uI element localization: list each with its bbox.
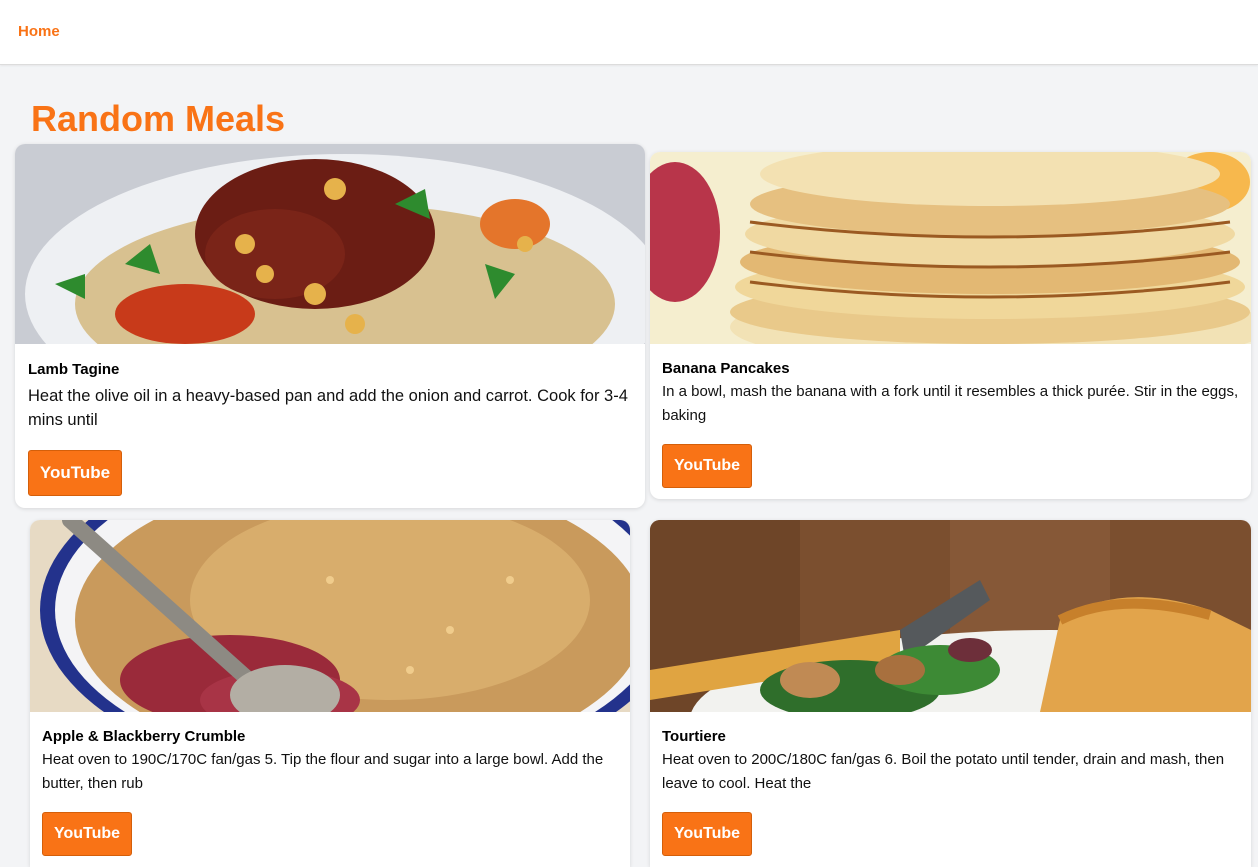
page-title: Random Meals bbox=[31, 98, 286, 139]
meal-description: Heat the olive oil in a heavy-based pan … bbox=[28, 387, 628, 429]
nav-home-link[interactable]: Home bbox=[18, 23, 60, 40]
meal-image bbox=[650, 152, 1251, 344]
navbar: Home bbox=[0, 0, 1258, 65]
meal-image bbox=[650, 520, 1251, 712]
meal-title: Lamb Tagine bbox=[28, 361, 120, 378]
meal-title: Tourtiere bbox=[662, 728, 726, 745]
youtube-button[interactable]: YouTube bbox=[42, 812, 132, 856]
meal-title: Apple & Blackberry Crumble bbox=[42, 728, 246, 745]
meal-image bbox=[30, 520, 630, 712]
meal-description: Heat oven to 200C/180C fan/gas 6. Boil t… bbox=[662, 751, 1225, 792]
meal-card: Lamb Tagine Heat the olive oil in a heav… bbox=[15, 144, 645, 508]
meal-card: Banana Pancakes In a bowl, mash the bana… bbox=[650, 152, 1251, 499]
meal-card: Apple & Blackberry Crumble Heat oven to … bbox=[30, 520, 630, 867]
youtube-button[interactable]: YouTube bbox=[662, 812, 752, 856]
youtube-button[interactable]: YouTube bbox=[28, 450, 122, 496]
meal-image bbox=[15, 144, 645, 344]
youtube-button[interactable]: YouTube bbox=[662, 444, 752, 488]
meal-description: In a bowl, mash the banana with a fork u… bbox=[662, 383, 1239, 424]
meal-title: Banana Pancakes bbox=[662, 360, 790, 377]
meal-card: Tourtiere Heat oven to 200C/180C fan/gas… bbox=[650, 520, 1251, 867]
meal-description: Heat oven to 190C/170C fan/gas 5. Tip th… bbox=[42, 751, 604, 792]
